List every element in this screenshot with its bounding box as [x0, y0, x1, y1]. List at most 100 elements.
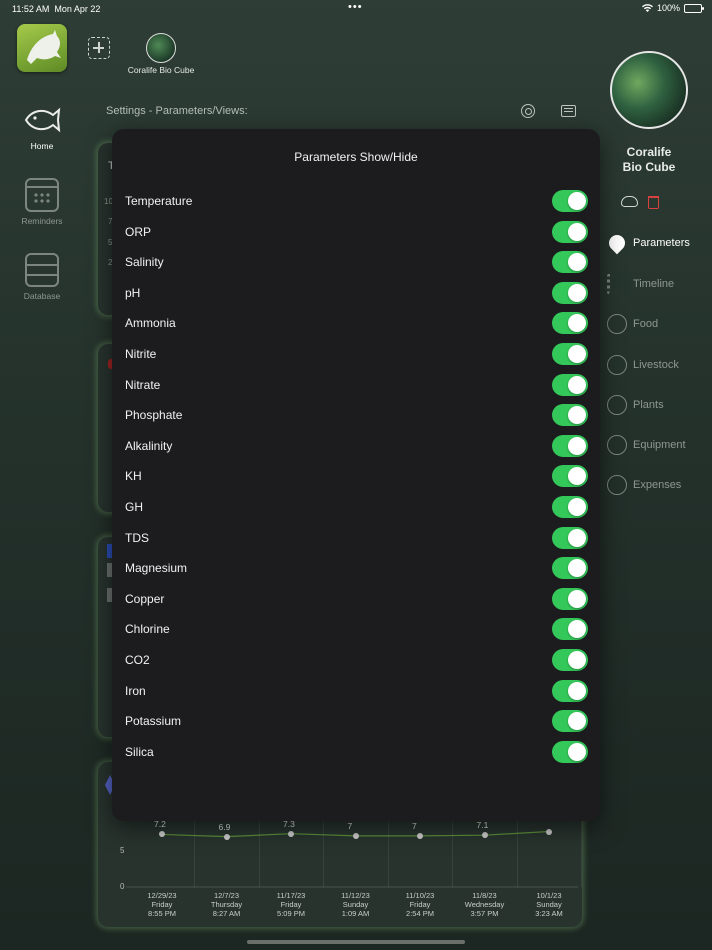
data-label: 6.9 [218, 821, 231, 832]
parameter-toggle[interactable] [552, 190, 588, 212]
right-nav-food[interactable]: Food [605, 314, 712, 336]
data-point[interactable] [352, 832, 359, 839]
right-nav-timeline[interactable]: Timeline [605, 274, 712, 296]
parameter-label: Copper [125, 591, 165, 606]
tank-thumbnail[interactable] [146, 33, 176, 63]
parameter-row: CO2 [125, 649, 588, 671]
plant-icon [607, 395, 627, 415]
parameter-row: Chlorine [125, 618, 588, 641]
app-logo[interactable] [17, 24, 67, 72]
parameter-toggle[interactable] [552, 373, 588, 396]
parameter-row: GH [125, 496, 588, 518]
toggle-knob [568, 345, 586, 363]
right-nav-plants[interactable]: Plants [605, 395, 712, 417]
data-point[interactable] [288, 830, 294, 837]
parameter-toggle[interactable] [552, 649, 588, 671]
cloud-upload-icon[interactable] [621, 196, 638, 207]
right-nav-label: Equipment [633, 439, 686, 451]
x-tick-line: 11/17/23 [276, 891, 306, 900]
nav-reminders[interactable]: Reminders [14, 178, 70, 226]
toggle-knob [568, 283, 586, 302]
trash-icon[interactable] [648, 196, 659, 209]
x-tick-line: 8:27 AM [212, 909, 241, 918]
x-tick-line: 8:55 PM [148, 909, 176, 918]
parameter-toggle[interactable] [552, 679, 588, 702]
x-tick-line: 11/12/23 [341, 891, 370, 900]
toggle-knob [568, 559, 586, 578]
data-point[interactable] [223, 833, 230, 840]
tank-name: Coralife Bio Cube [622, 145, 676, 174]
nav-home[interactable]: Home [14, 103, 70, 151]
x-tick-line: Friday [409, 900, 431, 909]
parameter-row: Ammonia [125, 312, 588, 335]
list-icon [607, 274, 627, 294]
x-tick-line: 3:57 PM [470, 909, 499, 918]
parameter-toggle[interactable] [552, 740, 588, 763]
parameter-toggle[interactable] [552, 526, 588, 549]
parameter-label: Phosphate [125, 408, 183, 423]
parameter-row: Magnesium [125, 557, 588, 580]
parameter-toggle[interactable] [552, 618, 588, 641]
nav-home-label: Home [30, 141, 54, 151]
views-list-icon[interactable] [561, 105, 576, 117]
right-nav-label: Plants [633, 399, 664, 411]
parameter-toggle[interactable] [552, 343, 588, 365]
multitasking-dots[interactable]: ••• [348, 1, 363, 13]
right-nav-livestock[interactable]: Livestock [605, 355, 712, 377]
parameter-label: ORP [125, 224, 152, 239]
parameter-toggle[interactable] [552, 281, 588, 304]
data-point[interactable] [417, 832, 423, 839]
parameter-label: Potassium [125, 714, 182, 729]
home-indicator[interactable] [247, 940, 465, 944]
toggle-knob [568, 742, 586, 761]
add-tank-button[interactable] [88, 37, 110, 59]
nav-database-label: Database [23, 291, 61, 301]
toggle-knob [568, 436, 586, 455]
toggle-knob [568, 498, 586, 516]
x-tick-label: 12/7/23 Thursday 8:27 AM [197, 891, 257, 918]
tank-thumbnail-label[interactable]: Coralife Bio Cube [118, 65, 204, 75]
x-tick-line: 1:09 AM [341, 909, 370, 918]
dolphin-icon [27, 30, 61, 64]
parameter-label: Nitrite [125, 347, 157, 361]
parameter-row: TDS [125, 526, 588, 549]
parameter-toggle[interactable] [552, 404, 588, 427]
nav-database[interactable]: Database [14, 253, 70, 301]
parameter-toggle[interactable] [552, 312, 588, 335]
parameter-toggle[interactable] [552, 587, 588, 610]
right-nav-label: Food [633, 318, 659, 330]
parameter-toggle[interactable] [552, 465, 588, 488]
fish-icon [24, 107, 61, 133]
x-tick-line: 12/29/23 [147, 891, 177, 900]
toggle-knob [568, 528, 586, 547]
parameter-row: Temperature [125, 190, 588, 212]
parameter-row: Silica [125, 740, 588, 763]
data-label: 7.1 [476, 820, 489, 831]
parameter-toggle[interactable] [552, 557, 588, 580]
wifi-icon [641, 4, 653, 12]
parameter-label: Salinity [125, 255, 164, 270]
right-nav-equipment[interactable]: Equipment [605, 435, 712, 457]
parameter-label: Iron [125, 683, 146, 698]
parameter-toggle[interactable] [552, 434, 588, 457]
parameter-toggle[interactable] [552, 710, 588, 733]
parameter-label: Silica [125, 744, 154, 759]
parameter-toggle[interactable] [552, 220, 588, 243]
parameter-toggle[interactable] [552, 496, 588, 518]
tank-photo[interactable] [610, 51, 688, 129]
card-icon [607, 475, 627, 495]
right-nav-parameters[interactable]: Parameters [605, 231, 712, 255]
data-point[interactable] [546, 828, 552, 835]
settings-gear-icon[interactable] [521, 104, 535, 118]
data-point[interactable] [481, 832, 488, 839]
parameter-row: Salinity [125, 251, 588, 274]
parameter-toggle[interactable] [552, 251, 588, 274]
parameter-row: pH [125, 281, 588, 304]
toggle-knob [568, 192, 586, 210]
x-tick-line: 12/7/23 [213, 891, 240, 900]
x-tick-line: 2:54 PM [406, 909, 434, 918]
battery-percent: 100% [656, 3, 680, 13]
right-nav-expenses[interactable]: Expenses [605, 475, 712, 497]
parameter-label: Magnesium [125, 561, 188, 576]
toggle-knob [568, 253, 586, 272]
